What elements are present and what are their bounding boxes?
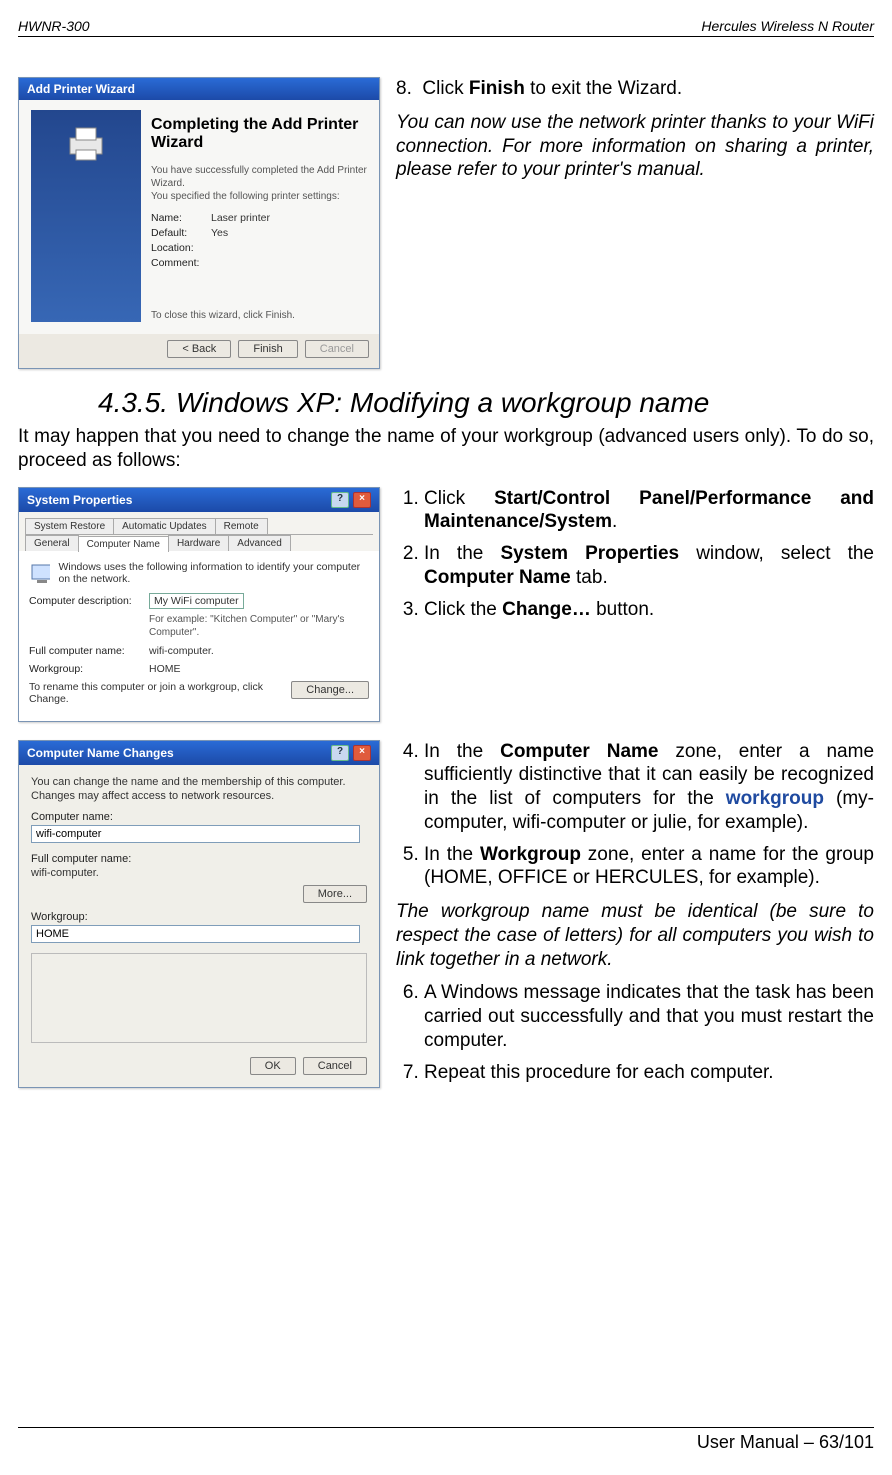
fcn-label: Full computer name: [31, 853, 367, 865]
step-5: In the Workgroup zone, enter a name for … [424, 843, 874, 891]
desc-label: Computer description: [29, 595, 149, 607]
header-right: Hercules Wireless N Router [701, 18, 874, 34]
tab-general[interactable]: General [25, 535, 79, 551]
tab-remote[interactable]: Remote [215, 518, 268, 534]
tab-computer-name[interactable]: Computer Name [78, 536, 169, 552]
sysprops-hint: Windows uses the following information t… [58, 561, 369, 587]
tab-system-restore[interactable]: System Restore [25, 518, 114, 534]
header-left: HWNR-300 [18, 18, 90, 34]
close-icon[interactable]: × [353, 492, 371, 508]
computer-icon [29, 561, 50, 587]
change-button[interactable]: Change... [291, 681, 369, 699]
fcn-value: wifi-computer. [31, 867, 367, 879]
cnc-hint: You can change the name and the membersh… [31, 775, 367, 804]
section-intro: It may happen that you need to change th… [18, 425, 874, 473]
wizard-window-title: Add Printer Wizard [27, 82, 135, 96]
fullname-label: Full computer name: [29, 645, 149, 657]
cnc-title: Computer Name Changes [27, 746, 174, 760]
page-header: HWNR-300 Hercules Wireless N Router [18, 18, 874, 37]
page-footer: User Manual – 63/101 [18, 1427, 874, 1453]
step-1: Click Start/Control Panel/Performance an… [424, 487, 874, 535]
tab-automatic-updates[interactable]: Automatic Updates [113, 518, 216, 534]
wizard-titlebar: Add Printer Wizard [19, 78, 379, 100]
wizard-note: You can now use the network printer than… [396, 111, 874, 182]
step-3: Click the Change… button. [424, 598, 874, 622]
wizard-cancel-button[interactable]: Cancel [305, 340, 369, 358]
printer-icon [62, 118, 110, 166]
computer-name-input[interactable] [31, 825, 360, 843]
help-icon[interactable]: ? [331, 745, 349, 761]
workgroup-value: HOME [149, 663, 369, 675]
step-8-text: Click Finish to exit the Wizard. [422, 78, 682, 99]
tab-advanced[interactable]: Advanced [228, 535, 290, 551]
wizard-line1: You have successfully completed the Add … [151, 164, 367, 190]
cnc-titlebar: Computer Name Changes ? × [19, 741, 379, 765]
wizard-sidebar-graphic [31, 110, 141, 322]
more-button[interactable]: More... [303, 885, 367, 903]
ok-button[interactable]: OK [250, 1057, 296, 1075]
step-4: In the Computer Name zone, enter a name … [424, 740, 874, 835]
help-icon[interactable]: ? [331, 492, 349, 508]
wizard-bottom-hint: To close this wizard, click Finish. [151, 309, 367, 322]
desc-example: For example: "Kitchen Computer" or "Mary… [149, 613, 369, 639]
sysprops-title: System Properties [27, 493, 132, 507]
workgroup-link[interactable]: workgroup [726, 788, 824, 809]
wizard-back-button[interactable]: < Back [167, 340, 231, 358]
computer-description-input[interactable]: My WiFi computer [149, 593, 244, 609]
cnc-wg-label: Workgroup: [31, 911, 367, 923]
workgroup-input[interactable] [31, 925, 360, 943]
workgroup-label: Workgroup: [29, 663, 149, 675]
fullname-value: wifi-computer. [149, 645, 369, 657]
wizard-line2: You specified the following printer sett… [151, 190, 367, 203]
wizard-heading: Completing the Add Printer Wizard [151, 116, 367, 152]
step-6: A Windows message indicates that the tas… [424, 981, 874, 1052]
sysprops-titlebar: System Properties ? × [19, 488, 379, 512]
cname-label: Computer name: [31, 811, 367, 823]
member-of-groupbox [31, 953, 367, 1043]
wizard-field-name: Laser printer [211, 212, 270, 224]
step-2: In the System Properties window, select … [424, 542, 874, 590]
wizard-finish-button[interactable]: Finish [238, 340, 297, 358]
close-icon[interactable]: × [353, 745, 371, 761]
tysprops-tab-hardware[interactable]: Hardware [168, 535, 229, 551]
workgroup-note: The workgroup name must be identical (be… [396, 900, 874, 971]
section-heading: 4.3.5. Windows XP: Modifying a workgroup… [98, 387, 874, 419]
wizard-field-default: Yes [211, 227, 228, 239]
rename-hint: To rename this computer or join a workgr… [29, 681, 287, 705]
step-7: Repeat this procedure for each computer. [424, 1061, 874, 1085]
cancel-button[interactable]: Cancel [303, 1057, 367, 1075]
